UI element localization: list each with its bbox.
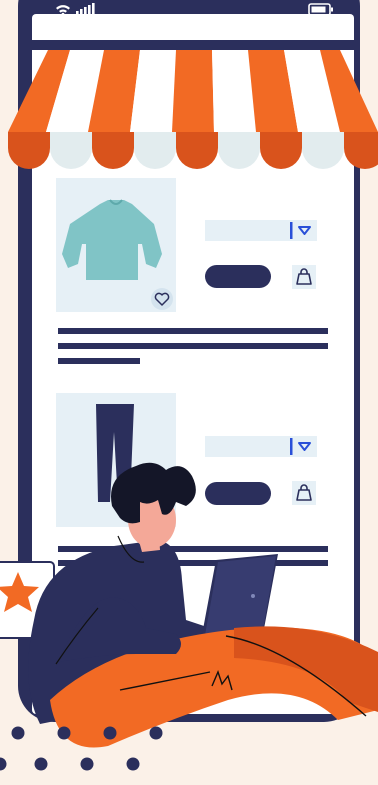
add-to-cart-button[interactable] xyxy=(205,265,271,288)
awning xyxy=(8,50,378,169)
description-line xyxy=(58,328,328,334)
bag-icon[interactable] xyxy=(292,481,316,505)
add-to-cart-button[interactable] xyxy=(205,482,271,505)
description-line xyxy=(58,358,140,364)
size-select[interactable] xyxy=(205,220,317,241)
screen-header-bar xyxy=(32,40,354,50)
shop-illustration xyxy=(0,0,378,771)
bag-icon[interactable] xyxy=(292,265,316,289)
size-select[interactable] xyxy=(205,436,317,457)
heart-icon[interactable] xyxy=(151,288,173,310)
description-line xyxy=(58,343,328,349)
